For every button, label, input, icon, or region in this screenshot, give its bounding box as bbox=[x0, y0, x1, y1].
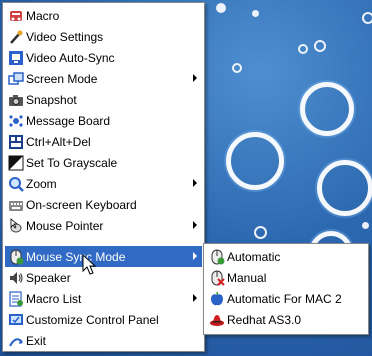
menu-item-on-screen-keyboard[interactable]: On-screen Keyboard bbox=[5, 194, 202, 215]
redhat-icon bbox=[208, 312, 226, 328]
mouse-cursor-icon bbox=[82, 254, 97, 275]
menu-item-zoom[interactable]: Zoom bbox=[5, 173, 202, 194]
bubble-decoration bbox=[362, 12, 372, 24]
menu-item-snapshot[interactable]: Snapshot bbox=[5, 89, 202, 110]
submenu-item-label: Automatic bbox=[227, 249, 281, 264]
menu-item-mouse-sync-mode[interactable]: Mouse Sync Mode bbox=[5, 246, 202, 267]
mouse-automatic-icon bbox=[208, 249, 226, 265]
menu-item-exit[interactable]: Exit bbox=[5, 330, 202, 351]
submenu-item-label: Automatic For MAC 2 bbox=[227, 291, 342, 306]
menu-item-macro[interactable]: Macro bbox=[5, 5, 202, 26]
submenu-item-automatic[interactable]: Automatic bbox=[206, 246, 366, 267]
submenu-arrow-icon bbox=[193, 294, 197, 302]
menu-item-label: Video Auto-Sync bbox=[26, 50, 115, 65]
mouse-sync-submenu: Automatic Manual Automatic For MAC 2 Red… bbox=[203, 243, 369, 335]
menu-item-speaker[interactable]: Speaker bbox=[5, 267, 202, 288]
mouse-manual-icon bbox=[208, 270, 226, 286]
menu-item-macro-list[interactable]: Macro List bbox=[5, 288, 202, 309]
bubble-decoration bbox=[298, 44, 308, 54]
menu-item-mouse-pointer[interactable]: Mouse Pointer bbox=[5, 215, 202, 236]
menu-item-label: On-screen Keyboard bbox=[26, 197, 137, 212]
grayscale-icon bbox=[7, 155, 25, 171]
menu-item-label: Mouse Sync Mode bbox=[26, 249, 126, 264]
exit-icon bbox=[7, 333, 25, 349]
menu-item-video-settings[interactable]: Video Settings bbox=[5, 26, 202, 47]
submenu-arrow-icon bbox=[193, 74, 197, 82]
bubble-decoration bbox=[317, 160, 372, 216]
menu-item-set-to-grayscale[interactable]: Set To Grayscale bbox=[5, 152, 202, 173]
menu-item-video-auto-sync[interactable]: Video Auto-Sync bbox=[5, 47, 202, 68]
menu-item-label: Macro List bbox=[26, 291, 82, 306]
submenu-item-automatic-for-mac-2[interactable]: Automatic For MAC 2 bbox=[206, 288, 366, 309]
menu-item-ctrl-alt-del[interactable]: Ctrl+Alt+Del bbox=[5, 131, 202, 152]
submenu-arrow-icon bbox=[193, 221, 197, 229]
macro-list-icon bbox=[7, 290, 25, 307]
message-board-icon bbox=[7, 113, 25, 129]
submenu-arrow-icon bbox=[193, 179, 197, 187]
menu-item-label: Customize Control Panel bbox=[26, 312, 159, 327]
customize-icon bbox=[7, 312, 25, 328]
bubble-decoration bbox=[226, 132, 284, 190]
video-auto-sync-icon bbox=[7, 50, 25, 66]
submenu-arrow-icon bbox=[193, 252, 197, 260]
menu-item-label: Snapshot bbox=[26, 92, 77, 107]
menu-item-label: Speaker bbox=[26, 270, 71, 285]
menu-item-label: Mouse Pointer bbox=[26, 218, 104, 233]
menu-item-screen-mode[interactable]: Screen Mode bbox=[5, 68, 202, 89]
keyboard-icon bbox=[7, 197, 25, 213]
bubble-decoration bbox=[300, 82, 354, 136]
kvm-context-menu: Macro Video Settings Video Auto-Sync Scr… bbox=[2, 2, 205, 352]
macro-icon bbox=[7, 8, 25, 24]
menu-item-customize-control-panel[interactable]: Customize Control Panel bbox=[5, 309, 202, 330]
submenu-item-label: Redhat AS3.0 bbox=[227, 312, 302, 327]
menu-item-label: Video Settings bbox=[26, 29, 104, 44]
bubble-decoration bbox=[232, 63, 242, 73]
speaker-icon bbox=[7, 270, 25, 286]
menu-item-label: Set To Grayscale bbox=[26, 155, 118, 170]
menu-item-label: Zoom bbox=[26, 176, 57, 191]
menu-item-label: Macro bbox=[26, 8, 60, 23]
mouse-sync-icon bbox=[7, 249, 25, 265]
submenu-item-label: Manual bbox=[227, 270, 267, 285]
bubble-decoration bbox=[362, 222, 369, 229]
submenu-item-redhat-as3[interactable]: Redhat AS3.0 bbox=[206, 309, 366, 330]
menu-item-label: Exit bbox=[26, 333, 47, 348]
screen-mode-icon bbox=[7, 71, 25, 87]
menu-item-label: Message Board bbox=[26, 113, 111, 128]
menu-item-label: Screen Mode bbox=[26, 71, 98, 86]
bubble-decoration bbox=[252, 10, 259, 17]
bubble-decoration bbox=[216, 3, 226, 13]
video-settings-icon bbox=[7, 29, 25, 45]
submenu-item-manual[interactable]: Manual bbox=[206, 267, 366, 288]
apple-icon bbox=[208, 291, 226, 307]
bubble-decoration bbox=[314, 40, 326, 52]
menu-item-label: Ctrl+Alt+Del bbox=[26, 134, 91, 149]
mouse-pointer-icon bbox=[7, 217, 25, 234]
zoom-icon bbox=[7, 176, 25, 192]
menu-item-message-board[interactable]: Message Board bbox=[5, 110, 202, 131]
snapshot-icon bbox=[7, 92, 25, 108]
ctrl-alt-del-icon bbox=[7, 134, 25, 150]
bubble-decoration bbox=[254, 226, 267, 239]
